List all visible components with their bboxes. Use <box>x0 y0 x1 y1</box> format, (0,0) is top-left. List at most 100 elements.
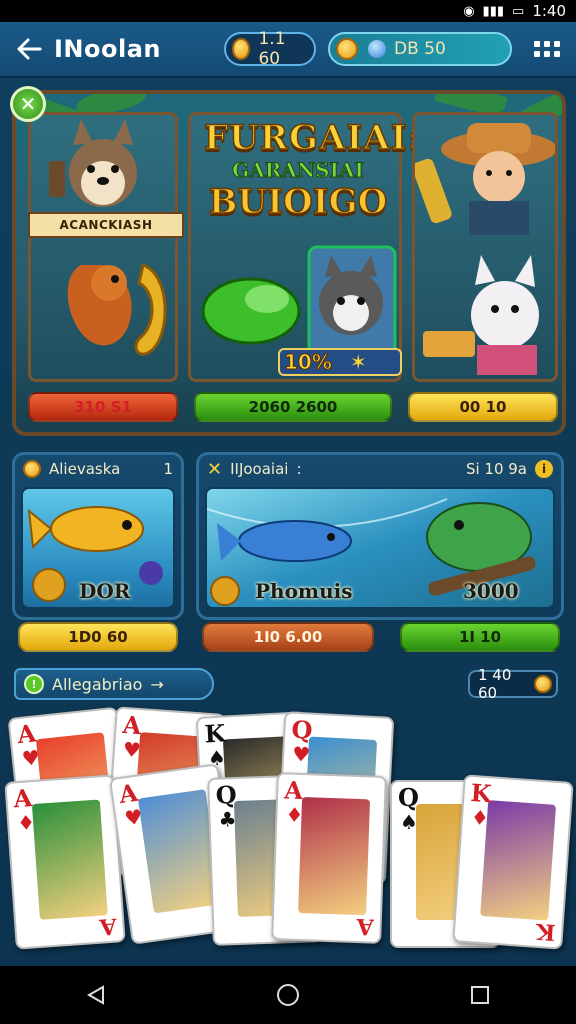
grid-menu-button[interactable] <box>532 34 562 64</box>
card-rank-corner: A <box>98 912 118 940</box>
game-screen: ◉ ▮▮▮ ▭ 1:40 INoolan 1.1 60 DB 50 ACANCK… <box>0 0 576 1024</box>
card-suit-icon: ♦ <box>285 802 304 828</box>
wifi-icon: ◉ <box>463 3 475 19</box>
dog-and-seahorse-illustration <box>49 119 167 356</box>
section-title: Allegabriao <box>52 674 143 694</box>
coin-balance[interactable]: 1.1 60 <box>224 29 316 69</box>
status-time: 1:40 <box>532 2 566 20</box>
card-rank: A <box>283 775 304 806</box>
info-icon[interactable]: i <box>535 460 553 478</box>
card-section: ! Allegabriao → 1 40 60 A♥AA♥AK♠KQ♥QA♦AA… <box>4 666 574 966</box>
arrow-right-icon: → <box>150 674 164 694</box>
system-nav-bar <box>0 966 576 1024</box>
card-rank: A <box>12 783 34 814</box>
card-rank: Q <box>215 779 238 810</box>
card-artwork <box>31 799 108 920</box>
status-bar: ◉ ▮▮▮ ▭ 1:40 <box>0 0 576 22</box>
card-artwork <box>480 800 557 921</box>
coin-icon <box>232 38 251 60</box>
card-rank: A <box>121 709 143 741</box>
logo-line-2: GARANSIAI <box>232 158 365 183</box>
section-header: ! Allegabriao → 1 40 60 <box>10 666 566 702</box>
tile-title: Alievaska <box>49 460 121 478</box>
section-count-value: 1 40 60 <box>478 666 512 702</box>
card-rank: A <box>15 718 38 750</box>
back-button[interactable] <box>6 26 52 72</box>
card-suit-icon: ♠ <box>400 810 418 834</box>
card-rank: Q <box>398 783 419 812</box>
gem-amount: DB 50 <box>394 39 446 59</box>
prize-button-right[interactable]: 00 10 <box>408 392 558 422</box>
card-rank: Q <box>290 714 314 745</box>
card-rank-corner: A <box>356 913 375 940</box>
game-tile-right[interactable]: ✕ IIJooaiai : Si 10 9a i Phomuis 3000 <box>196 452 564 620</box>
coin-icon <box>23 460 41 478</box>
arrow-left-icon <box>17 38 42 60</box>
card-suit-icon: ♥ <box>20 745 41 771</box>
tile-artwork: DOR <box>21 487 175 609</box>
card-rank: A <box>117 777 140 810</box>
playing-card[interactable]: A ♦ A <box>271 772 387 944</box>
playing-card[interactable]: K ♦ K <box>452 774 574 950</box>
nav-home-button[interactable] <box>258 970 318 1020</box>
tile-header: Alievaska 1 <box>15 455 181 483</box>
card-suit-icon: ♦ <box>16 810 36 836</box>
gem-icon <box>368 40 386 58</box>
card-suit-icon: ♥ <box>291 741 311 767</box>
tile-label: Phomuis <box>255 579 353 603</box>
tile-label-secondary: 3000 <box>463 579 519 603</box>
circle-home-icon <box>277 984 299 1006</box>
signal-icon: ▮▮▮ <box>482 3 505 19</box>
price-button-2[interactable]: 1I0 6.00 <box>202 622 374 652</box>
tile-title: IIJooaiai <box>230 460 289 478</box>
square-recents-icon <box>471 986 489 1004</box>
character-panel-left <box>28 112 178 382</box>
logo-line-1: FURGAIAI: <box>203 117 422 159</box>
tile-artwork: Phomuis 3000 <box>205 487 555 609</box>
sparkle-icon: ✶ <box>349 350 367 374</box>
triangle-back-icon <box>86 985 104 1005</box>
logo-line-3: BUIOIGO <box>208 181 388 223</box>
game-tile-left[interactable]: Alievaska 1 DOR <box>12 452 184 620</box>
crossed-swords-icon: ✕ <box>207 458 223 480</box>
gold-coin-icon <box>336 38 358 60</box>
battery-icon: ▭ <box>512 3 525 19</box>
featured-banner[interactable]: ACANCKIASH FURGAIAI: GARANSIAI BUIOIGO 1… <box>12 90 566 436</box>
prize-button-center[interactable]: 2060 2600 <box>194 392 392 422</box>
status-dot-icon: ! <box>24 674 44 694</box>
card-rank: K <box>469 777 493 809</box>
top-bar: INoolan 1.1 60 DB 50 <box>0 22 576 78</box>
tile-label: DOR <box>79 579 131 603</box>
tile-count-group: Si 10 9a i <box>466 460 553 478</box>
nav-back-button[interactable] <box>66 970 126 1020</box>
section-count: 1 40 60 <box>468 666 558 702</box>
card-rank-corner: K <box>535 917 557 946</box>
character-panel-right <box>412 112 558 382</box>
card-suit-icon: ♥ <box>122 804 145 831</box>
card-suit-icon: ♦ <box>470 804 490 831</box>
close-icon[interactable]: ✕ <box>10 86 46 122</box>
bonus-badge: 10% ✶ <box>278 348 402 376</box>
coin-icon <box>534 675 552 693</box>
explorer-and-cat-illustration <box>412 123 557 375</box>
game-logo: FURGAIAI: GARANSIAI BUIOIGO <box>203 117 422 223</box>
tile-count: Si 10 9a <box>465 460 527 478</box>
section-tab[interactable]: ! Allegabriao → <box>14 668 214 700</box>
card-rank: K <box>203 718 227 749</box>
coin-amount: 1.1 60 <box>258 29 286 69</box>
prize-button-left[interactable]: 310 S1 <box>28 392 178 422</box>
tile-mark: : <box>296 460 302 478</box>
nav-recents-button[interactable] <box>450 970 510 1020</box>
card-suit-icon: ♣ <box>218 806 237 832</box>
price-button-1[interactable]: 1D0 60 <box>18 622 178 652</box>
tile-header: ✕ IIJooaiai : Si 10 9a i <box>199 455 561 483</box>
page-title: INoolan <box>54 35 161 63</box>
price-button-3[interactable]: 1I 10 <box>400 622 560 652</box>
playing-card[interactable]: A ♦ A <box>4 774 126 950</box>
bonus-percent: 10% <box>284 350 333 375</box>
card-artwork <box>298 797 371 916</box>
card-suit-icon: ♥ <box>122 736 142 763</box>
gem-balance[interactable]: DB 50 <box>328 32 512 66</box>
character-nameplate: ACANCKIASH <box>28 212 184 238</box>
tile-count: 1 <box>163 460 173 478</box>
